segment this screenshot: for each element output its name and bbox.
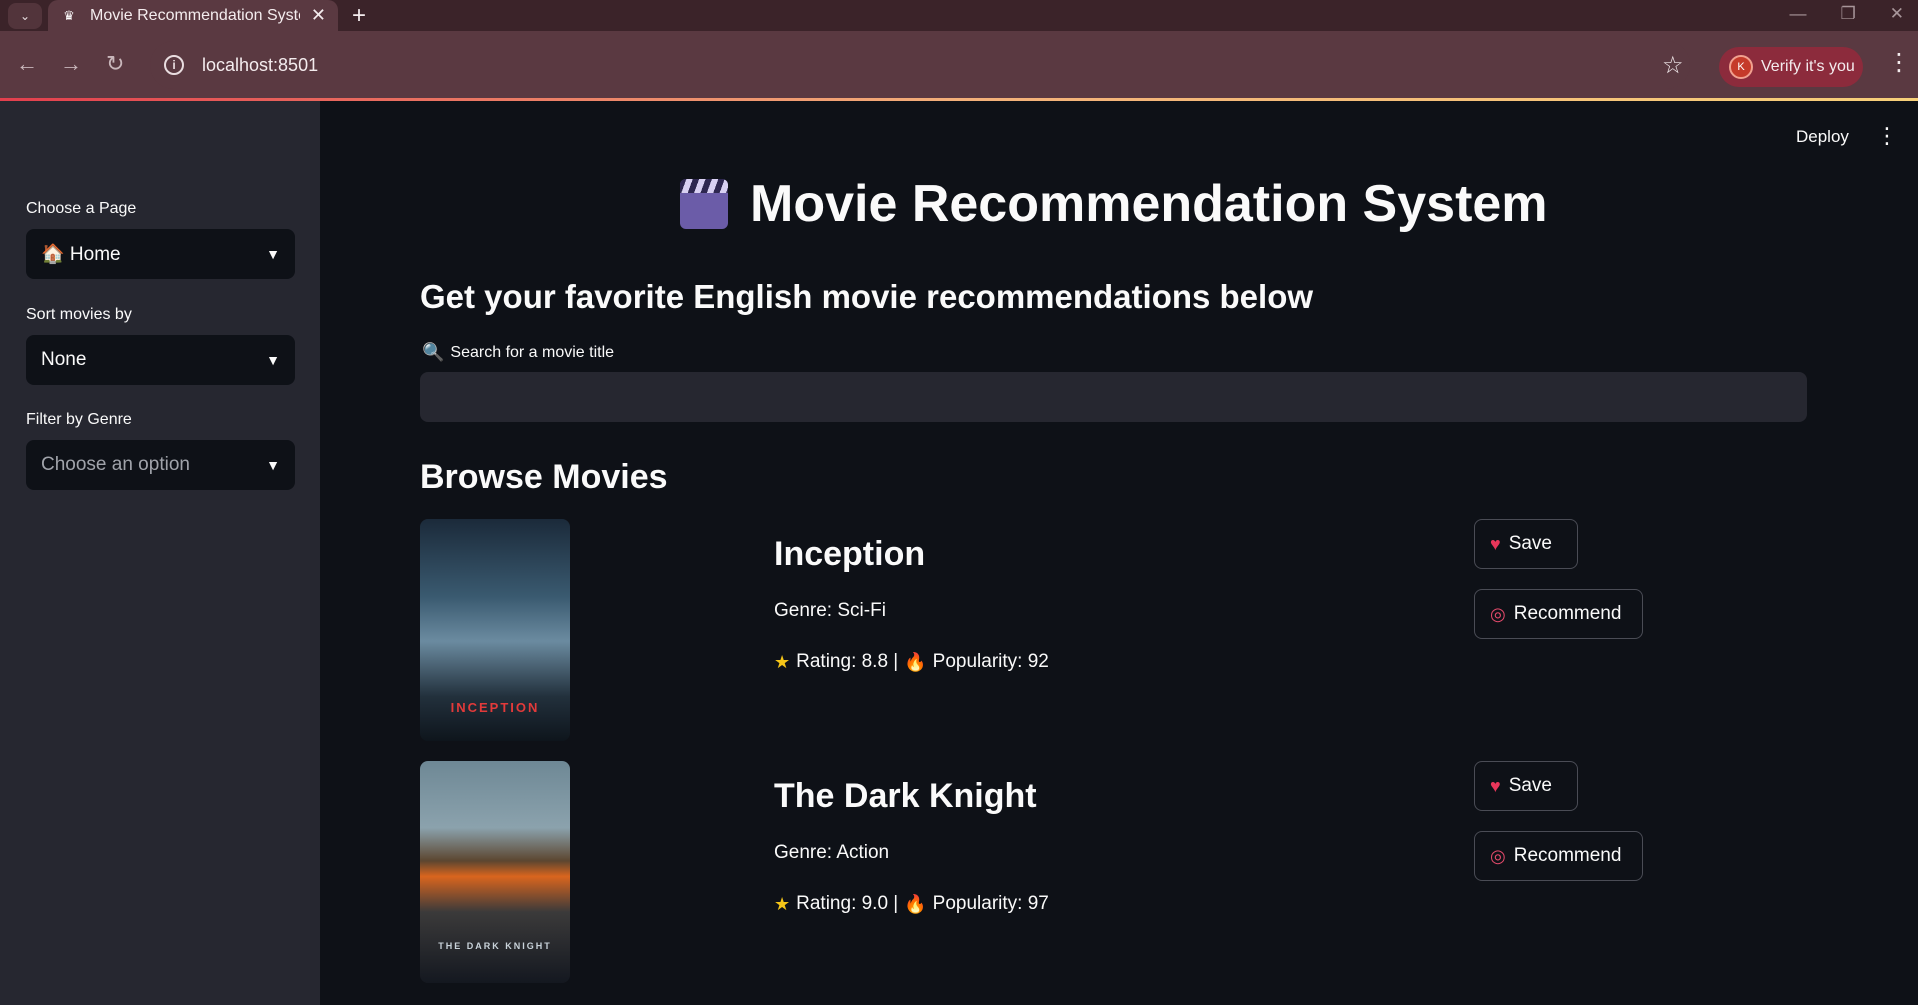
main-menu-icon[interactable]: ⋮ <box>1876 123 1898 149</box>
target-icon: ◎ <box>1490 603 1506 624</box>
genre-select-label: Filter by Genre <box>26 411 132 428</box>
deploy-button[interactable]: Deploy <box>1796 127 1849 147</box>
window-controls: — ❐ ✕ <box>1790 4 1905 24</box>
page-select-label: Choose a Page <box>26 200 137 217</box>
verify-label: Verify it's you <box>1761 58 1855 75</box>
save-button[interactable]: ♥ Save <box>1474 761 1578 811</box>
genre-select-placeholder: Choose an option <box>41 454 190 475</box>
browser-tab[interactable]: ♛ Movie Recommendation System ✕ <box>48 0 338 31</box>
target-icon: ◎ <box>1490 845 1506 866</box>
chevron-down-icon: ▼ <box>266 457 280 473</box>
url-text: localhost:8501 <box>202 54 319 75</box>
search-label: 🔍 Search for a movie title <box>422 342 614 363</box>
page-title-text: Movie Recommendation System <box>750 175 1548 233</box>
movie-popularity: Popularity: 97 <box>932 893 1049 914</box>
movie-rating: Rating: 8.8 | <box>796 651 899 672</box>
save-label: Save <box>1508 775 1552 796</box>
clapperboard-icon <box>680 179 728 229</box>
movie-poster: INCEPTION <box>420 519 570 741</box>
movie-genre: Genre: Sci-Fi <box>774 600 886 621</box>
sort-select[interactable]: None ▼ <box>26 335 295 385</box>
bookmark-star-icon[interactable]: ☆ <box>1662 51 1684 80</box>
heart-icon: ♥ <box>1490 775 1501 796</box>
reload-icon[interactable]: ↻ <box>106 51 124 77</box>
movie-stats: ★ Rating: 9.0 | 🔥 Popularity: 97 <box>774 893 1049 915</box>
movie-rating: Rating: 9.0 | <box>796 893 899 914</box>
verify-identity-button[interactable]: K Verify it's you <box>1719 47 1863 87</box>
save-button[interactable]: ♥ Save <box>1474 519 1578 569</box>
page-select[interactable]: 🏠 Home ▼ <box>26 229 295 279</box>
movie-title: The Dark Knight <box>774 777 1037 815</box>
avatar: K <box>1729 55 1753 79</box>
fire-icon: 🔥 <box>904 893 927 914</box>
star-icon: ★ <box>774 893 791 914</box>
search-input[interactable] <box>420 372 1807 422</box>
sort-select-label: Sort movies by <box>26 306 132 323</box>
window-close-icon[interactable]: ✕ <box>1890 4 1904 24</box>
new-tab-plus-icon[interactable]: + <box>352 2 366 30</box>
save-label: Save <box>1508 533 1552 554</box>
heart-icon: ♥ <box>1490 533 1501 554</box>
star-icon: ★ <box>774 651 791 672</box>
browser-toolbar: ← → ↻ i localhost:8501 ☆ K Verify it's y… <box>0 31 1918 100</box>
forward-arrow-icon[interactable]: → <box>60 51 82 77</box>
recommend-label: Recommend <box>1513 845 1622 866</box>
tab-search-chevron-icon[interactable]: ⌄ <box>8 3 42 29</box>
chevron-down-icon: ▼ <box>266 246 280 262</box>
movie-poster: THE DARK KNIGHT <box>420 761 570 983</box>
movie-card: INCEPTION Inception Genre: Sci-Fi ★ Rati… <box>420 519 1820 741</box>
site-info-icon[interactable]: i <box>164 55 184 75</box>
address-bar[interactable]: i localhost:8501 <box>150 41 1690 89</box>
fire-icon: 🔥 <box>904 651 927 672</box>
poster-title: INCEPTION <box>450 700 540 715</box>
minimize-icon[interactable]: — <box>1790 4 1807 24</box>
browse-heading: Browse Movies <box>420 458 668 496</box>
crown-icon: ♛ <box>63 7 75 23</box>
recommend-label: Recommend <box>1513 603 1622 624</box>
genre-select[interactable]: Choose an option ▼ <box>26 440 295 490</box>
back-arrow-icon[interactable]: ← <box>16 51 38 77</box>
tab-title: Movie Recommendation System <box>90 6 300 24</box>
browser-menu-icon[interactable]: ⋮ <box>1887 48 1911 77</box>
movie-card: THE DARK KNIGHT The Dark Knight Genre: A… <box>420 761 1820 983</box>
close-icon[interactable]: ✕ <box>311 5 326 26</box>
search-label-text: Search for a movie title <box>450 343 615 361</box>
page-select-value: 🏠 Home <box>41 244 121 265</box>
chevron-down-icon: ▼ <box>266 352 280 368</box>
poster-title: THE DARK KNIGHT <box>438 941 552 951</box>
sort-select-value: None <box>41 349 87 370</box>
browser-tab-bar: ⌄ ♛ Movie Recommendation System ✕ + — ❐ … <box>0 0 1918 31</box>
recommend-button[interactable]: ◎ Recommend <box>1474 589 1643 639</box>
recommend-button[interactable]: ◎ Recommend <box>1474 831 1643 881</box>
page-title: Movie Recommendation System <box>680 174 1548 234</box>
movie-title: Inception <box>774 535 926 573</box>
movie-stats: ★ Rating: 8.8 | 🔥 Popularity: 92 <box>774 651 1049 673</box>
restore-icon[interactable]: ❐ <box>1841 4 1856 24</box>
movie-popularity: Popularity: 92 <box>932 651 1049 672</box>
sidebar: Choose a Page 🏠 Home ▼ Sort movies by No… <box>0 101 320 1005</box>
magnifier-icon: 🔍 <box>422 342 445 362</box>
movie-genre: Genre: Action <box>774 842 890 863</box>
page-subtitle: Get your favorite English movie recommen… <box>420 278 1314 315</box>
